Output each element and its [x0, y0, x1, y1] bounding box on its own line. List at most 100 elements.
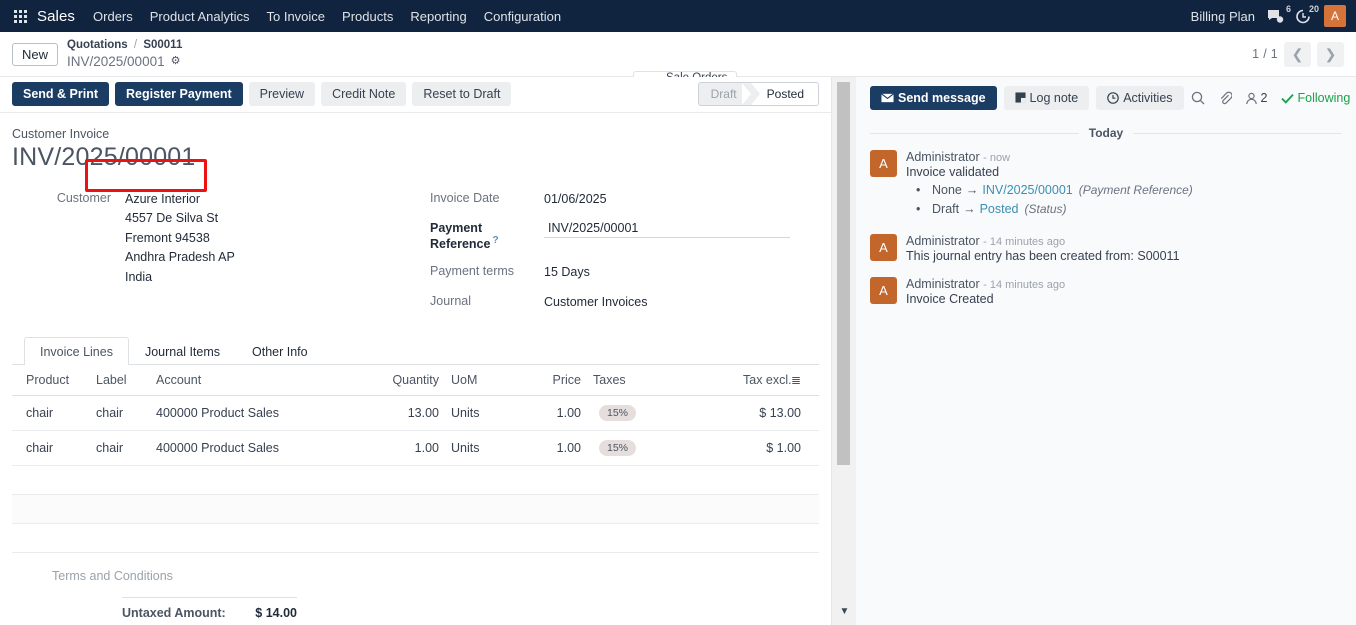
- cell-account: 400000 Product Sales: [150, 430, 325, 467]
- pager: 1 / 1 ❮ ❯: [1252, 41, 1344, 67]
- scrollbar-down-arrow[interactable]: ▼: [832, 606, 857, 617]
- cell-product: chair: [12, 395, 90, 432]
- tracking-new-value: INV/2025/00001: [982, 183, 1073, 197]
- reset-to-draft-button[interactable]: Reset to Draft: [412, 82, 512, 106]
- customer-address-line-3: Andhra Pradesh AP: [125, 250, 235, 265]
- apps-grid-icon[interactable]: [14, 9, 27, 23]
- total-untaxed-amount: Untaxed Amount: $ 14.00: [122, 604, 297, 622]
- gear-icon[interactable]: ⚙: [171, 54, 181, 68]
- journal-value[interactable]: Customer Invoices: [544, 293, 648, 312]
- preview-button[interactable]: Preview: [248, 82, 316, 106]
- col-uom: UoM: [445, 365, 505, 397]
- activities-button[interactable]: 20: [1296, 3, 1320, 24]
- table-row-empty[interactable]: [12, 523, 819, 554]
- app-brand-sales[interactable]: Sales: [37, 8, 75, 25]
- nav-item-configuration[interactable]: Configuration: [484, 9, 561, 24]
- messages-button[interactable]: 6: [1267, 3, 1292, 24]
- scrollbar-thumb[interactable]: [837, 82, 850, 465]
- pager-previous-button[interactable]: ❮: [1284, 41, 1311, 67]
- terms-and-conditions-placeholder[interactable]: Terms and Conditions: [12, 553, 819, 583]
- message-author[interactable]: Administrator: [906, 150, 980, 164]
- breadcrumb-top: Quotations / S00011: [67, 38, 182, 53]
- breadcrumb-item-quotations[interactable]: Quotations: [67, 39, 128, 51]
- paperclip-icon[interactable]: [1218, 91, 1232, 105]
- form-action-buttons: Send & Print Register Payment Preview Cr…: [12, 82, 512, 106]
- avatar: A: [870, 233, 897, 261]
- message-author[interactable]: Administrator: [906, 234, 980, 248]
- user-icon: [1245, 92, 1257, 104]
- invoice-date-field: Invoice Date 01/06/2025: [430, 190, 819, 209]
- user-avatar[interactable]: A: [1324, 5, 1346, 27]
- chat-bubble-icon: [1268, 9, 1284, 23]
- tab-invoice-lines[interactable]: Invoice Lines: [24, 337, 129, 366]
- form-scrollbar[interactable]: ▼: [831, 77, 856, 625]
- breadcrumb-item-record[interactable]: S00011: [143, 39, 182, 51]
- pager-count: 1 / 1: [1252, 47, 1278, 61]
- nav-item-to-invoice[interactable]: To Invoice: [266, 9, 325, 24]
- nav-item-product-analytics[interactable]: Product Analytics: [150, 9, 250, 24]
- column-options-icon[interactable]: ≣: [791, 373, 801, 387]
- check-icon: [1280, 93, 1294, 104]
- customer-value[interactable]: Azure Interior 4557 De Silva St Fremont …: [125, 190, 235, 287]
- followers-button[interactable]: 2: [1245, 91, 1268, 105]
- nav-item-products[interactable]: Products: [342, 9, 393, 24]
- total-untaxed-value: $ 14.00: [255, 606, 297, 621]
- cell-tax-excl: $ 13.00: [737, 395, 819, 432]
- nav-item-reporting[interactable]: Reporting: [410, 9, 466, 24]
- send-and-print-button[interactable]: Send & Print: [12, 82, 110, 106]
- journal-field: Journal Customer Invoices: [430, 293, 819, 312]
- tracking-new-value: Posted: [979, 202, 1019, 217]
- envelope-icon: [881, 93, 894, 103]
- payment-reference-field: Payment Reference?: [430, 220, 819, 252]
- activities-button[interactable]: Activities: [1096, 86, 1184, 110]
- invoice-date-label: Invoice Date: [430, 191, 500, 205]
- day-separator-label: Today: [1088, 126, 1124, 140]
- send-message-label: Send message: [898, 91, 986, 105]
- invoice-date-value[interactable]: 01/06/2025: [544, 190, 607, 209]
- notebook: Invoice Lines Journal Items Other Info P…: [12, 337, 819, 624]
- form-pane: Send & Print Register Payment Preview Cr…: [0, 77, 831, 625]
- payment-terms-value[interactable]: 15 Days: [544, 263, 590, 282]
- payment-reference-input[interactable]: [544, 220, 790, 239]
- cell-taxes: 15%: [587, 430, 737, 467]
- payment-reference-label-text: Payment Reference: [430, 221, 491, 252]
- cell-quantity: 13.00: [325, 395, 445, 432]
- tab-journal-items[interactable]: Journal Items: [129, 337, 236, 365]
- credit-note-button[interactable]: Credit Note: [321, 82, 407, 106]
- pager-next-button[interactable]: ❯: [1317, 41, 1344, 67]
- table-row[interactable]: chair chair 400000 Product Sales 1.00 Un…: [12, 430, 819, 467]
- table-row-empty[interactable]: [12, 494, 819, 525]
- log-note-button[interactable]: Log note: [1003, 86, 1090, 110]
- col-quantity: Quantity: [325, 365, 445, 397]
- following-toggle[interactable]: Following: [1280, 91, 1350, 105]
- send-message-button[interactable]: Send message: [870, 86, 997, 110]
- notebook-tabs: Invoice Lines Journal Items Other Info: [12, 337, 819, 366]
- navbar-right-group: Billing Plan 6 20 A: [1191, 3, 1348, 27]
- breadcrumb-separator: /: [133, 39, 138, 51]
- tab-other-info[interactable]: Other Info: [236, 337, 324, 365]
- cell-taxes: 15%: [587, 395, 737, 432]
- invoice-lines-body: chair chair 400000 Product Sales 13.00 U…: [12, 395, 819, 554]
- col-account: Account: [150, 365, 325, 397]
- invoice-sheet: Customer Invoice INV/2025/00001 Customer…: [0, 113, 831, 624]
- chatter-right-tools: 2 Following: [1191, 91, 1350, 105]
- arrow-icon: →: [965, 183, 979, 197]
- cell-tax-excl: $ 1.00: [737, 430, 819, 467]
- table-row[interactable]: chair chair 400000 Product Sales 13.00 U…: [12, 395, 819, 432]
- table-row-empty[interactable]: [12, 465, 819, 496]
- tracking-row: None→INV/2025/00001 (Payment Reference): [906, 181, 1342, 201]
- search-icon[interactable]: [1191, 91, 1205, 105]
- cell-label: chair: [90, 430, 150, 467]
- col-tax-excl-label: Tax excl.: [743, 373, 792, 388]
- nav-item-orders[interactable]: Orders: [93, 9, 133, 24]
- message-author[interactable]: Administrator: [906, 277, 980, 291]
- day-separator: Today: [870, 126, 1343, 140]
- help-icon[interactable]: ?: [492, 235, 498, 246]
- new-button[interactable]: New: [12, 42, 59, 66]
- billing-plan-link[interactable]: Billing Plan: [1191, 9, 1255, 24]
- register-payment-button[interactable]: Register Payment: [115, 82, 243, 106]
- fields-left-column: Customer Azure Interior 4557 De Silva St…: [12, 190, 430, 323]
- col-taxes: Taxes: [587, 365, 737, 397]
- col-tax-excl: ≣ Tax excl.: [737, 365, 819, 397]
- status-posted[interactable]: Posted: [741, 83, 818, 105]
